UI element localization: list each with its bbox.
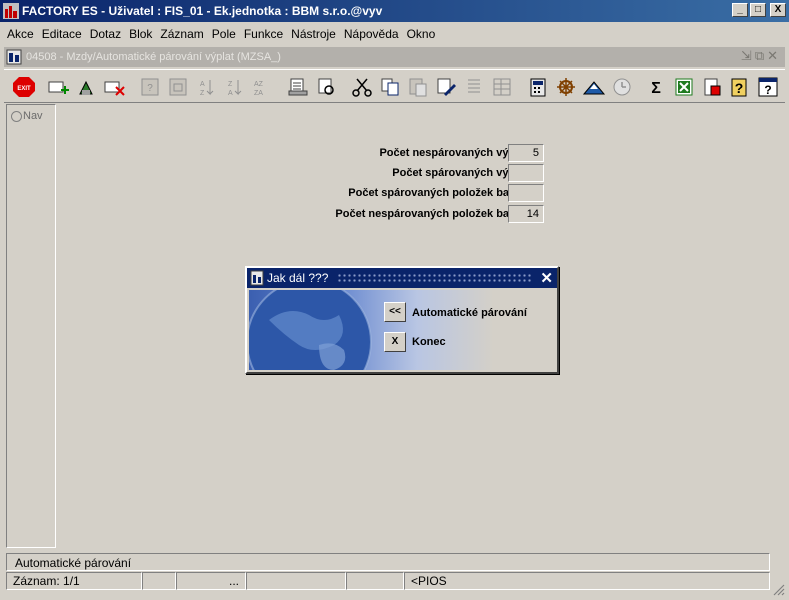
status-segment-empty	[142, 572, 176, 590]
menu-napoveda[interactable]: Nápověda	[340, 27, 403, 41]
window-title: FACTORY ES - Uživatel : FIS_01 - Ek.jedn…	[22, 4, 383, 18]
svg-text:?: ?	[764, 83, 771, 97]
svg-text:?: ?	[735, 80, 744, 96]
menu-akce[interactable]: Akce	[3, 27, 38, 41]
cut-icon[interactable]	[350, 76, 374, 98]
inner-window-titlebar: 04508 - Mzdy/Automatické párování výplat…	[4, 47, 785, 67]
dialog-app-icon	[250, 270, 264, 286]
menu-funkce[interactable]: Funkce	[240, 27, 287, 41]
form-row: Počet spárovaných položek banky	[56, 184, 783, 204]
minimize-button[interactable]: _	[732, 3, 748, 17]
unpaired-payouts-field[interactable]: 5	[508, 144, 544, 162]
dialog-titlebar: Jak dál ??? ✕	[247, 268, 557, 288]
nav-panel: Nav	[6, 104, 56, 548]
svg-text:Z: Z	[228, 81, 233, 88]
svg-text:EXIT: EXIT	[17, 86, 31, 92]
paired-bank-items-field[interactable]	[508, 184, 544, 202]
status-segment-empty	[246, 572, 346, 590]
save-record-icon[interactable]	[74, 76, 98, 98]
list-table-icon	[490, 76, 514, 98]
list-values-icon	[462, 76, 486, 98]
document-export-icon[interactable]	[700, 76, 724, 98]
edit-field-icon[interactable]	[434, 76, 458, 98]
toolbar: EXIT ? AZ ZA AZ ZA Σ ? ?	[4, 69, 785, 103]
factory-app-icon	[3, 3, 19, 19]
settings-wheel-icon[interactable]	[554, 76, 578, 98]
svg-text:A: A	[228, 90, 233, 97]
query-enter-icon: ?	[138, 76, 162, 98]
paired-bank-items-label: Počet spárovaných položek banky	[348, 187, 528, 199]
copy-icon[interactable]	[378, 76, 402, 98]
menu-blok[interactable]: Blok	[125, 27, 156, 41]
svg-text:A: A	[200, 81, 205, 88]
delete-record-icon[interactable]	[102, 76, 126, 98]
inner-window-controls[interactable]: ⇲⧉✕	[741, 48, 781, 64]
svg-text:?: ?	[147, 83, 153, 94]
exit-icon[interactable]: EXIT	[12, 76, 36, 98]
menu-okno[interactable]: Okno	[403, 27, 440, 41]
paste-icon	[406, 76, 430, 98]
menu-pole[interactable]: Pole	[208, 27, 240, 41]
form-row: Počet spárovaných výplat	[56, 164, 783, 184]
sort-za-icon: ZA	[222, 76, 246, 98]
nav-radio[interactable]	[11, 111, 22, 122]
status-message-bar: Automatické párování	[6, 553, 770, 571]
status-ellipsis: ...	[176, 572, 246, 590]
menu-zaznam[interactable]: Záznam	[156, 27, 207, 41]
nav-label: Nav	[23, 110, 43, 122]
svg-text:Z: Z	[200, 90, 205, 97]
calculator-icon[interactable]	[526, 76, 550, 98]
context-help-icon[interactable]: ?	[756, 76, 780, 98]
dialog-title: Jak dál ???	[267, 271, 329, 285]
excel-icon[interactable]	[672, 76, 696, 98]
svg-text:Σ: Σ	[651, 80, 661, 97]
end-button[interactable]: X	[384, 332, 406, 352]
automatic-pairing-button[interactable]: <<	[384, 302, 406, 322]
resize-grip-icon[interactable]	[773, 584, 785, 596]
print-preview-icon[interactable]	[314, 76, 338, 98]
insert-record-icon[interactable]	[46, 76, 70, 98]
svg-text:ZA: ZA	[254, 90, 263, 97]
status-segments: Záznam: 1/1 ... <PIOS	[6, 572, 770, 590]
menu-bar: Akce Editace Dotaz Blok Záznam Pole Funk…	[0, 22, 789, 46]
paired-payouts-field[interactable]	[508, 164, 544, 182]
clock-icon	[610, 76, 634, 98]
unpaired-payouts-label: Počet nespárovaných výplat	[379, 147, 528, 159]
unpaired-bank-items-field[interactable]: 14	[508, 205, 544, 223]
help-icon[interactable]: ?	[728, 76, 752, 98]
sort-multi-icon: AZ ZA	[250, 76, 274, 98]
status-segment-empty	[346, 572, 404, 590]
menu-nastroje[interactable]: Nástroje	[287, 27, 340, 41]
automatic-pairing-label: Automatické párování	[412, 307, 527, 319]
form-row: Počet nespárovaných položek banky 14	[56, 205, 783, 225]
sort-az-icon: AZ	[194, 76, 218, 98]
dialog-close-icon[interactable]: ✕	[540, 269, 553, 287]
end-label: Konec	[412, 336, 446, 348]
status-message: Automatické párování	[15, 556, 132, 570]
dialog-title-pattern	[337, 273, 533, 283]
window-titlebar: FACTORY ES - Uživatel : FIS_01 - Ek.jedn…	[0, 0, 789, 22]
maximize-button[interactable]: □	[750, 3, 766, 17]
sum-icon[interactable]: Σ	[644, 76, 668, 98]
unpaired-bank-items-label: Počet nespárovaných položek banky	[335, 208, 528, 220]
what-next-dialog: Jak dál ??? ✕ << Automatické párování X …	[245, 266, 559, 374]
inner-window-title: 04508 - Mzdy/Automatické párování výplat…	[26, 51, 281, 63]
close-window-button[interactable]: X	[770, 3, 786, 17]
menu-dotaz[interactable]: Dotaz	[86, 27, 125, 41]
query-execute-icon	[166, 76, 190, 98]
svg-text:AZ: AZ	[254, 81, 264, 88]
status-mode: <PIOS	[404, 572, 770, 590]
mountain-icon[interactable]	[582, 76, 606, 98]
record-counter: Záznam: 1/1	[6, 572, 142, 590]
form-icon	[6, 49, 22, 65]
form-row: Počet nespárovaných výplat 5	[56, 144, 783, 164]
menu-editace[interactable]: Editace	[38, 27, 86, 41]
print-icon[interactable]	[286, 76, 310, 98]
